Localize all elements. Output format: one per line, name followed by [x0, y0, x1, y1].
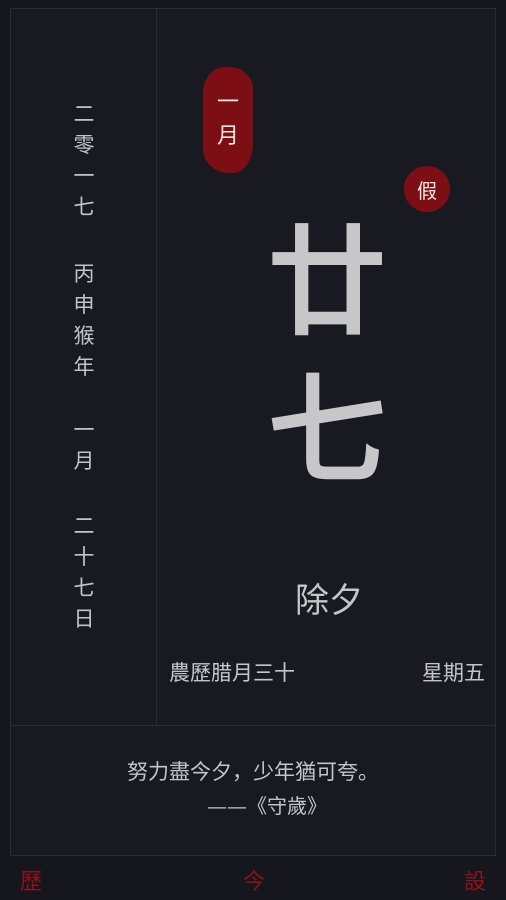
main-date-panel: 一 月 假 廿 七 除夕 農歷腊月三十 星期五 — [157, 9, 495, 725]
calendar-card: 二 零 一 七 丙 申 猴 年 一 月 二 十 七 日 一 月 假 廿 七 除夕… — [10, 8, 496, 856]
ganzhi-year-text: 丙 申 猴 年 — [73, 262, 95, 379]
nav-today-button[interactable]: 今 — [243, 864, 265, 896]
bottom-nav: 歷 今 設 — [0, 856, 506, 900]
holiday-badge: 假 — [404, 166, 450, 212]
day-text: 二 十 七 日 — [73, 514, 95, 631]
weekday: 星期五 — [422, 661, 485, 685]
quote-source: ——《守歲》 — [207, 794, 327, 818]
year-text: 二 零 一 七 — [73, 102, 95, 219]
nav-history-button[interactable]: 歷 — [20, 864, 42, 896]
lunar-date: 農歷腊月三十 — [169, 661, 295, 685]
quote-text: 努力盡今夕，少年猶可夸。 — [127, 760, 379, 784]
left-date-column: 二 零 一 七 丙 申 猴 年 一 月 二 十 七 日 — [11, 9, 157, 725]
quote-section: 努力盡今夕，少年猶可夸。 ——《守歲》 — [11, 725, 495, 855]
nav-settings-button[interactable]: 設 — [464, 864, 486, 896]
month-text: 一 月 — [73, 418, 95, 473]
festival-name: 除夕 — [295, 581, 363, 621]
lunar-day-big: 廿 七 — [267, 213, 386, 500]
month-seal: 一 月 — [203, 67, 253, 173]
